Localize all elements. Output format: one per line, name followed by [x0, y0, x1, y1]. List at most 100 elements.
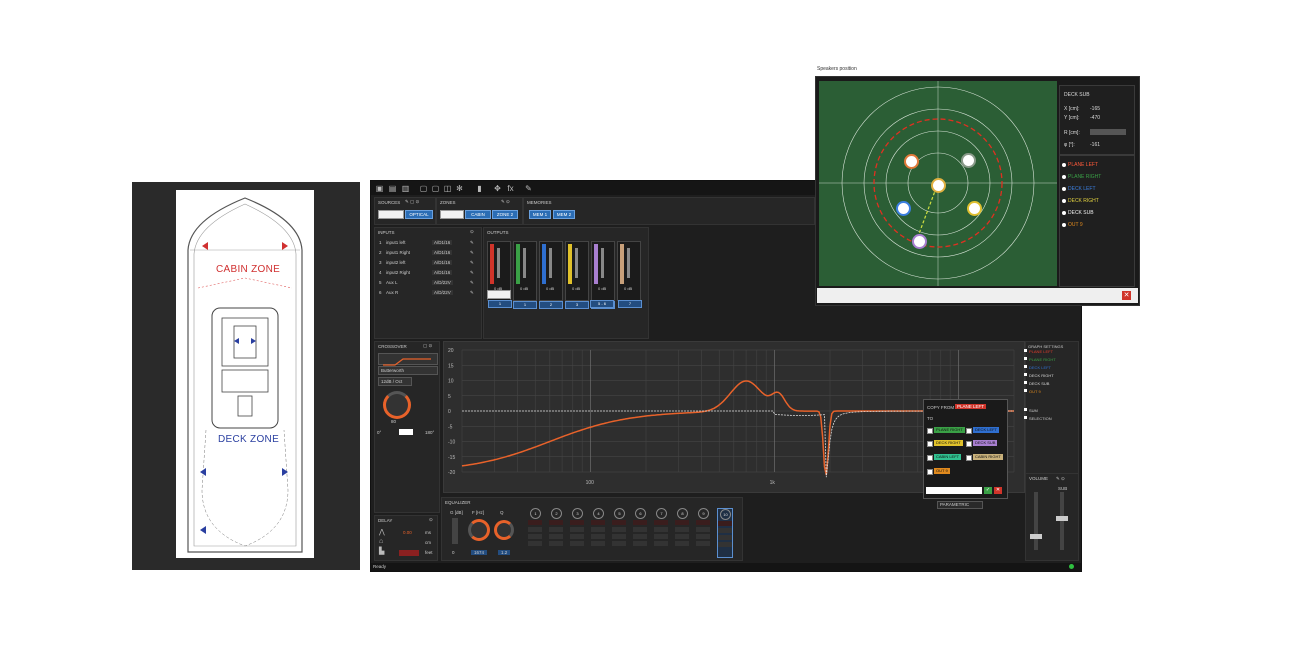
eq-band-type[interactable] [718, 542, 732, 547]
eq-band[interactable]: 2 [549, 508, 563, 556]
eq-band-freq[interactable] [675, 527, 689, 532]
output-channel-number[interactable]: 2 [539, 301, 563, 309]
graph-setting-checkbox[interactable] [1024, 357, 1027, 360]
save-as-icon[interactable]: ▥ [401, 184, 410, 193]
copy-icon[interactable]: ▢ [419, 184, 428, 193]
eq-band-gain[interactable] [675, 520, 689, 525]
crossover-shape-select[interactable] [378, 353, 438, 366]
copy-target-checkbox[interactable] [927, 428, 933, 434]
eq-band-q[interactable] [549, 534, 563, 539]
phase-switch[interactable] [399, 429, 413, 435]
close-icon[interactable]: ✕ [1122, 291, 1131, 300]
eq-band-freq[interactable] [528, 527, 542, 532]
memory-2-button[interactable]: MEM 2 [553, 210, 575, 219]
eq-band-gain[interactable] [633, 520, 647, 525]
memory-1-button[interactable]: MEM 1 [529, 210, 551, 219]
main-volume-fader[interactable] [1034, 492, 1038, 550]
delay-lock-icon[interactable]: ⌂ [379, 538, 383, 545]
graph-setting-checkbox[interactable] [1024, 373, 1027, 376]
copy-target-checkbox[interactable] [927, 455, 933, 461]
eq-band-number[interactable]: 8 [677, 508, 688, 519]
speaker-radio[interactable] [1062, 163, 1066, 167]
sub-volume-fader[interactable] [1060, 492, 1064, 550]
source-optical-button[interactable]: OPTICAL [405, 210, 433, 219]
eq-band-type[interactable] [696, 541, 710, 546]
eq-band[interactable]: 6 [633, 508, 647, 556]
copy-target-checkbox[interactable] [966, 428, 972, 434]
speaker-list-item[interactable]: DECK LEFT [1062, 186, 1096, 192]
input-row[interactable]: 4 input2 Right A/D1/16 ✎ [378, 270, 478, 278]
inputs-settings-icon[interactable]: ⊙ [470, 229, 474, 235]
eq-band[interactable]: 8 [675, 508, 689, 556]
fx-icon[interactable]: fx [506, 184, 515, 193]
speaker-r-slider[interactable] [1090, 129, 1126, 135]
copy-target-checkbox[interactable] [927, 441, 933, 447]
eq-band-number[interactable]: 5 [614, 508, 625, 519]
edit-icon[interactable]: ✎ [470, 260, 474, 266]
input-row[interactable]: 5 Aux L A/D/22V ✎ [378, 280, 478, 288]
eq-band-q[interactable] [570, 534, 584, 539]
speaker-list-item[interactable]: PLANE LEFT [1062, 162, 1098, 168]
cancel-icon[interactable]: ✕ [994, 487, 1002, 494]
delay-stepper[interactable] [399, 550, 419, 556]
sub-volume-handle[interactable] [1056, 516, 1068, 521]
eq-band[interactable]: 10 [717, 508, 733, 558]
output-channel-strip[interactable]: 0 dB [539, 241, 563, 301]
speaker-radio[interactable] [1062, 187, 1066, 191]
speaker-position-plot[interactable] [819, 81, 1057, 286]
eq-band-gain[interactable] [549, 520, 563, 525]
speaker-y-value[interactable]: -470 [1090, 115, 1100, 121]
eq-band-number[interactable]: 2 [551, 508, 562, 519]
input-row[interactable]: 3 input2 left A/D1/16 ✎ [378, 260, 478, 268]
eq-frequency-knob[interactable] [468, 519, 490, 541]
crossover-type-select[interactable]: Butterworth [378, 366, 438, 375]
eq-band-type[interactable] [612, 541, 626, 546]
zone-cabin-button[interactable]: CABIN [465, 210, 491, 219]
folder-icon[interactable]: ▣ [375, 184, 384, 193]
edit-icon[interactable]: ✎ [470, 280, 474, 286]
eq-mode-select[interactable]: PARAMETRIC [937, 501, 983, 509]
speaker-phi-value[interactable]: -161 [1090, 142, 1100, 148]
eq-band[interactable]: 5 [612, 508, 626, 556]
eq-band-q[interactable] [718, 535, 732, 540]
eq-band-q[interactable] [675, 534, 689, 539]
graph-settings-selection[interactable]: SELECTION [1024, 416, 1052, 421]
speaker-center-marker[interactable] [931, 178, 946, 193]
eq-band-number[interactable]: 9 [698, 508, 709, 519]
crossover-slope-select[interactable]: 12dB / Oct [378, 377, 412, 386]
eq-band-gain[interactable] [591, 520, 605, 525]
edit-icon[interactable]: ✎ [470, 240, 474, 246]
save-icon[interactable]: ▤ [388, 184, 397, 193]
output-channel-strip[interactable]: 0 dB [617, 241, 641, 301]
confirm-icon[interactable]: ✓ [984, 487, 992, 494]
speaker-deck-sub-marker[interactable] [912, 234, 927, 249]
eq-band-q[interactable] [612, 534, 626, 539]
eq-band-q[interactable] [633, 534, 647, 539]
eq-band-type[interactable] [654, 541, 668, 546]
delay-auto-icon[interactable]: ⋀ [379, 528, 385, 536]
eq-band-type[interactable] [549, 541, 563, 546]
eq-band[interactable]: 7 [654, 508, 668, 556]
move-icon[interactable]: ✥ [493, 184, 502, 193]
eq-band-type[interactable] [591, 541, 605, 546]
delay-settings-icon[interactable]: ⊙ [429, 517, 433, 523]
edit-icon[interactable]: ✎ [470, 250, 474, 256]
output-channel-number[interactable]: 3 [565, 301, 589, 309]
eq-band-freq[interactable] [718, 528, 732, 533]
delay-ms-value[interactable]: 0.00 [403, 530, 412, 535]
graph-setting-checkbox[interactable] [1024, 365, 1027, 368]
eq-band-freq[interactable] [633, 527, 647, 532]
eq-band-type[interactable] [570, 541, 584, 546]
output-channel-strip[interactable]: 0 dB [591, 241, 615, 301]
speaker-list-item[interactable]: DECK RIGHT [1062, 198, 1099, 204]
output-channel-strip[interactable]: 0 dB [513, 241, 537, 301]
eq-band[interactable]: 3 [570, 508, 584, 556]
speaker-list-item[interactable]: DECK SUB [1062, 210, 1094, 216]
eq-band-gain[interactable] [570, 520, 584, 525]
eq-frequency-value[interactable]: 1674 [471, 550, 488, 555]
meter-icon[interactable]: ▮ [475, 184, 484, 193]
graph-setting-checkbox[interactable] [1024, 389, 1027, 392]
output-channel-number[interactable]: 7 [618, 300, 642, 308]
edit-icon[interactable]: ✎ ▢ ⊙ [405, 199, 419, 205]
input-row[interactable]: 6 Aux R A/D/22V ✎ [378, 290, 478, 298]
